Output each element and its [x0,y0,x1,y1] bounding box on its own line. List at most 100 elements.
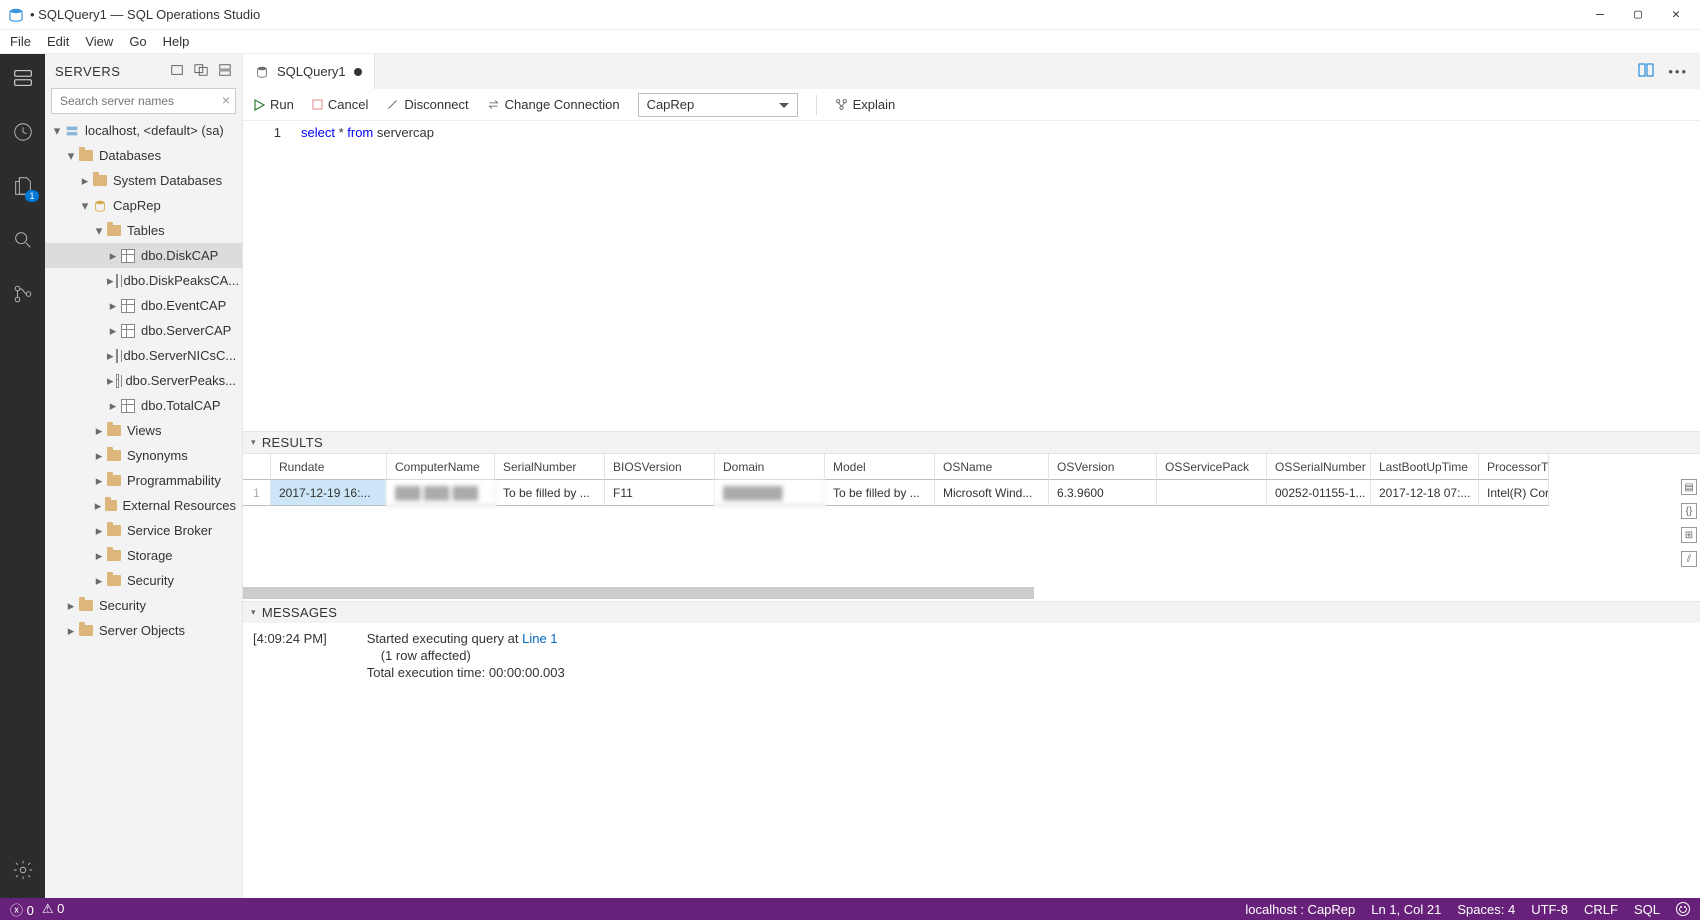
server-icon[interactable] [218,63,232,80]
grid-header[interactable]: ProcessorTy [1479,454,1549,480]
status-warnings[interactable]: ⚠ 0 [42,901,65,917]
grid-header[interactable]: OSSerialNumber [1267,454,1371,480]
tree-server[interactable]: ▾localhost, <default> (sa) [45,118,242,143]
grid-cell[interactable]: To be filled by ... [825,480,935,506]
tree-caprep[interactable]: ▾CapRep [45,193,242,218]
tree-databases[interactable]: ▾Databases [45,143,242,168]
status-spaces[interactable]: Spaces: 4 [1457,902,1515,917]
status-language[interactable]: SQL [1634,902,1660,917]
tree-table-servernics[interactable]: ▸dbo.ServerNICsC... [45,343,242,368]
new-connection-icon[interactable] [170,63,184,80]
menu-file[interactable]: File [10,34,31,49]
editor-tabs: SQLQuery1 ••• [243,54,1700,89]
menu-edit[interactable]: Edit [47,34,69,49]
compare-icon[interactable] [1638,62,1654,81]
status-encoding[interactable]: UTF-8 [1531,902,1568,917]
grid-header[interactable]: Rundate [271,454,387,480]
grid-header[interactable]: OSVersion [1049,454,1157,480]
tree-security[interactable]: ▸Security [45,593,242,618]
grid-header[interactable]: OSName [935,454,1049,480]
tree-table-serverpeaks[interactable]: ▸dbo.ServerPeaks... [45,368,242,393]
messages-header[interactable]: ▾MESSAGES [243,601,1700,623]
results-panel: Rundate ComputerName SerialNumber BIOSVe… [243,453,1700,601]
grid-header[interactable]: ComputerName [387,454,495,480]
message-link-line[interactable]: Line 1 [522,631,557,646]
tree-service-broker[interactable]: ▸Service Broker [45,518,242,543]
tree-external-resources[interactable]: ▸External Resources [45,493,242,518]
grid-header[interactable]: SerialNumber [495,454,605,480]
tree-table-eventcap[interactable]: ▸dbo.EventCAP [45,293,242,318]
grid-header[interactable]: LastBootUpTime [1371,454,1479,480]
explain-button[interactable]: Explain [835,97,896,112]
grid-cell[interactable]: F11 [605,480,715,506]
status-connection[interactable]: localhost : CapRep [1245,902,1355,917]
tree-server-objects[interactable]: ▸Server Objects [45,618,242,643]
clear-search-icon[interactable]: × [222,92,230,108]
grid-header[interactable]: BIOSVersion [605,454,715,480]
activity-servers[interactable] [9,64,37,92]
status-eol[interactable]: CRLF [1584,902,1618,917]
search-servers-input[interactable] [51,88,236,114]
results-grid[interactable]: Rundate ComputerName SerialNumber BIOSVe… [243,453,1700,506]
database-select[interactable]: CapRep [638,93,798,117]
tree-table-diskpeaks[interactable]: ▸dbo.DiskPeaksCA... [45,268,242,293]
tree-synonyms[interactable]: ▸Synonyms [45,443,242,468]
grid-header[interactable]: OSServicePack [1157,454,1267,480]
save-json-icon[interactable]: {} [1681,503,1697,519]
grid-cell[interactable] [1157,480,1267,506]
dirty-indicator-icon [354,68,362,76]
grid-header[interactable]: Domain [715,454,825,480]
tree-table-totalcap[interactable]: ▸dbo.TotalCAP [45,393,242,418]
tree-tables[interactable]: ▾Tables [45,218,242,243]
tree-programmability[interactable]: ▸Programmability [45,468,242,493]
tree-views[interactable]: ▸Views [45,418,242,443]
grid-cell[interactable]: 1 [243,480,271,506]
save-excel-icon[interactable]: ⊞ [1681,527,1697,543]
activity-source-control[interactable] [9,280,37,308]
grid-cell[interactable]: ███████ [715,480,825,506]
tree-system-databases[interactable]: ▸System Databases [45,168,242,193]
grid-cell[interactable]: 00252-01155-1... [1267,480,1371,506]
grid-cell[interactable]: Microsoft Wind... [935,480,1049,506]
activity-search[interactable] [9,226,37,254]
save-csv-icon[interactable]: ▤ [1681,479,1697,495]
table-icon [121,299,135,313]
cancel-button[interactable]: Cancel [312,97,368,112]
grid-cell[interactable]: 2017-12-18 07:... [1371,480,1479,506]
close-button[interactable]: ✕ [1666,7,1686,22]
tree-storage[interactable]: ▸Storage [45,543,242,568]
horizontal-scrollbar[interactable] [243,587,1682,599]
minimize-button[interactable]: — [1590,7,1610,22]
grid-cell[interactable]: 6.3.9600 [1049,480,1157,506]
table-icon [116,274,118,288]
feedback-icon[interactable] [1676,902,1690,916]
tree-table-servercap[interactable]: ▸dbo.ServerCAP [45,318,242,343]
status-errors[interactable]: ⓧ 0 [10,900,34,919]
grid-header[interactable] [243,454,271,480]
menu-go[interactable]: Go [129,34,146,49]
menu-view[interactable]: View [85,34,113,49]
grid-header[interactable]: Model [825,454,935,480]
results-header[interactable]: ▾RESULTS [243,431,1700,453]
grid-cell[interactable]: ███ ███ ███ [387,480,495,506]
change-connection-button[interactable]: Change Connection [487,97,620,112]
activity-explorer[interactable]: 1 [9,172,37,200]
tree-table-diskcap[interactable]: ▸dbo.DiskCAP [45,243,242,268]
grid-cell[interactable]: Intel(R) Cor [1479,480,1549,506]
new-group-icon[interactable] [194,63,208,80]
activity-task-history[interactable] [9,118,37,146]
chart-icon[interactable]: ⫽ [1681,551,1697,567]
activity-settings[interactable] [9,856,37,884]
tab-sqlquery1[interactable]: SQLQuery1 [243,54,375,89]
more-icon[interactable]: ••• [1668,64,1688,79]
servers-sidebar: SERVERS × ▾localhost, <default> (sa) ▾Da… [45,54,243,898]
grid-cell[interactable]: 2017-12-19 16:... [271,480,387,506]
menu-help[interactable]: Help [163,34,190,49]
status-cursor[interactable]: Ln 1, Col 21 [1371,902,1441,917]
run-button[interactable]: Run [253,97,294,112]
maximize-button[interactable]: ▢ [1628,7,1648,22]
disconnect-button[interactable]: Disconnect [386,97,468,112]
tree-security-db[interactable]: ▸Security [45,568,242,593]
grid-cell[interactable]: To be filled by ... [495,480,605,506]
code-editor[interactable]: 1 select * from servercap [243,121,1700,431]
